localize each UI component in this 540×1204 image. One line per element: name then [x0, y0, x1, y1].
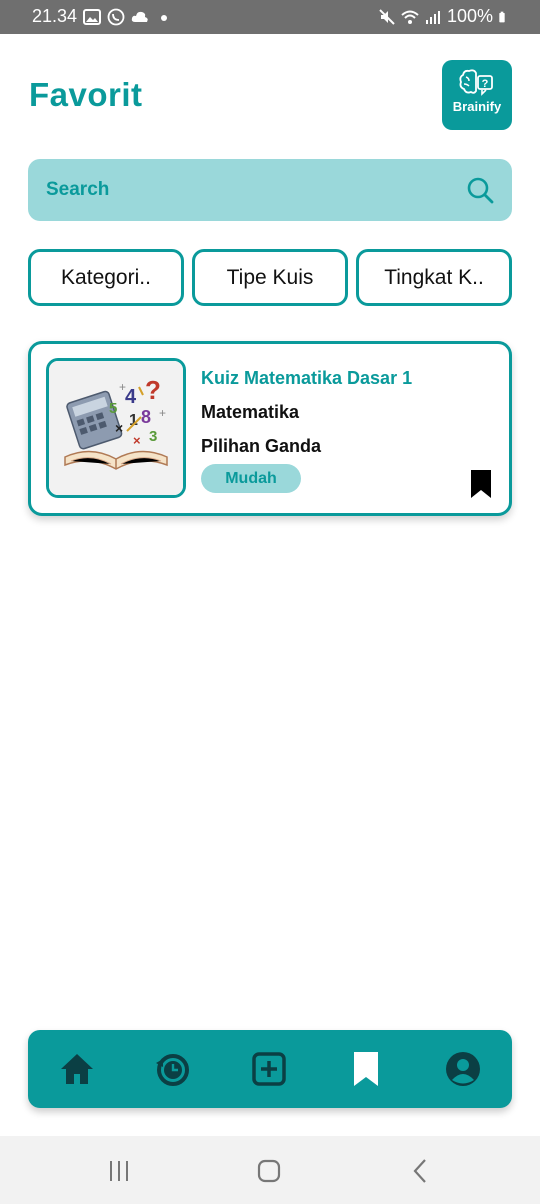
search-bar[interactable]: [28, 159, 512, 221]
clock: 21.34: [32, 6, 78, 26]
battery-icon: [499, 11, 505, 22]
svg-text:×: ×: [133, 433, 141, 448]
svg-text:?: ?: [482, 78, 489, 90]
filter-row: Kategori.. Tipe Kuis Tingkat K..: [28, 249, 512, 306]
svg-text:+: +: [119, 380, 126, 394]
whatsapp-icon: [107, 8, 125, 25]
recent-apps-icon: [110, 1161, 128, 1181]
bottom-navigation: [28, 1030, 512, 1108]
nav-profile[interactable]: [443, 1049, 483, 1089]
wifi-icon: [401, 10, 419, 24]
nav-home[interactable]: [57, 1049, 97, 1089]
profile-icon: [446, 1052, 480, 1086]
logo-text: Brainify: [452, 99, 502, 114]
quiz-thumbnail: 4 ? 5 8 1 3 × × + +: [46, 358, 186, 498]
app-logo: ? Brainify: [442, 60, 512, 130]
quiz-card[interactable]: 4 ? 5 8 1 3 × × + + Kuiz Matematika Dasa…: [28, 341, 512, 516]
recent-apps-button[interactable]: [104, 1156, 134, 1186]
svg-text:3: 3: [149, 428, 157, 445]
svg-text:8: 8: [141, 407, 151, 427]
nav-history[interactable]: [152, 1049, 192, 1089]
search-icon[interactable]: [466, 176, 494, 204]
filter-category-button[interactable]: Kategori..: [28, 249, 184, 306]
difficulty-badge: Mudah: [201, 464, 301, 493]
filter-quiz-type-button[interactable]: Tipe Kuis: [192, 249, 348, 306]
svg-text:4: 4: [125, 386, 137, 408]
quiz-type: Pilihan Ganda: [201, 436, 322, 456]
system-nav-bar: [0, 1136, 540, 1204]
math-book-illustration-icon: 4 ? 5 8 1 3 × × + +: [49, 361, 183, 495]
back-chevron-icon: [413, 1159, 426, 1183]
battery-percent: 100%: [446, 6, 493, 26]
dot-icon: [161, 14, 168, 21]
cloud-icon: [131, 11, 148, 22]
history-icon: [156, 1054, 189, 1086]
brain-icon: ?: [459, 69, 493, 96]
bookmark-nav-icon: [354, 1052, 378, 1086]
mute-icon: [379, 8, 395, 25]
home-icon: [61, 1054, 93, 1084]
svg-text:×: ×: [115, 420, 123, 436]
status-bar-right: 100%: [378, 6, 510, 27]
filter-difficulty-button[interactable]: Tingkat K..: [356, 249, 512, 306]
home-square-icon: [257, 1159, 281, 1183]
nav-bookmark[interactable]: [346, 1049, 386, 1089]
status-bar: 21.34 100%: [0, 0, 540, 34]
bookmark-icon[interactable]: [469, 469, 493, 499]
back-button[interactable]: [406, 1156, 436, 1186]
nav-add[interactable]: [249, 1049, 289, 1089]
svg-text:?: ?: [145, 375, 161, 405]
quiz-category: Matematika: [201, 402, 300, 422]
svg-text:+: +: [159, 406, 166, 420]
quiz-title: Kuiz Matematika Dasar 1: [201, 368, 413, 388]
add-icon: [252, 1052, 286, 1086]
gallery-icon: [83, 8, 102, 25]
home-system-button[interactable]: [254, 1156, 284, 1186]
page-title: Favorit: [29, 76, 143, 113]
search-input[interactable]: [46, 159, 446, 221]
status-bar-left: 21.34: [32, 6, 173, 27]
signal-icon: [425, 10, 440, 24]
svg-text:5: 5: [109, 400, 117, 417]
